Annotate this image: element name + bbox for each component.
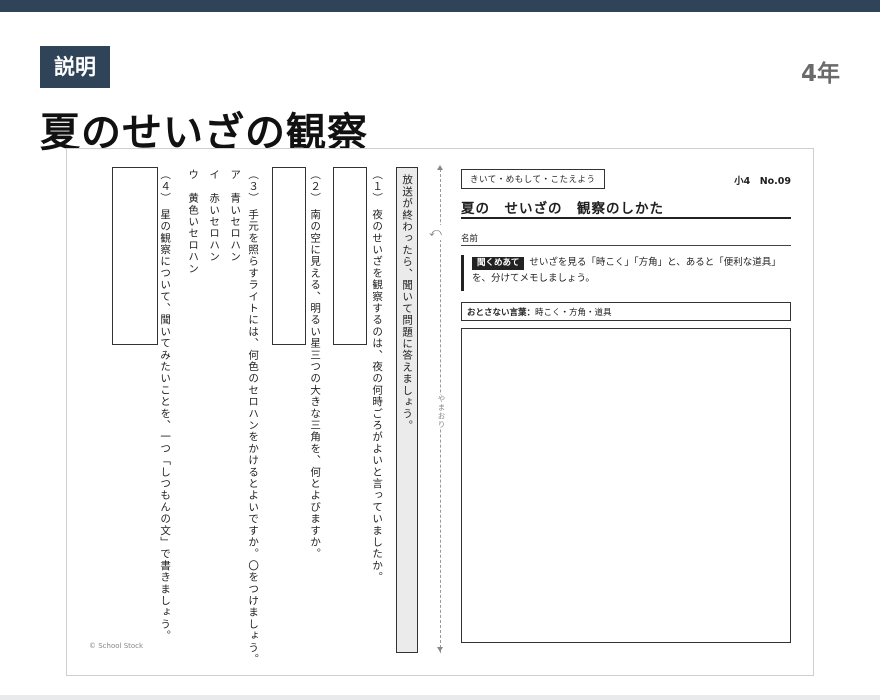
question-4: （４） 星の観察について、聞いてみたいことを、一つ「しつもんの文」で書きましょう… bbox=[159, 169, 172, 642]
key-words-label: おとさない言葉： bbox=[467, 308, 536, 318]
title-rule bbox=[461, 217, 791, 219]
answer-box-4 bbox=[112, 167, 158, 345]
fold-hook-icon: ⤺ bbox=[429, 225, 442, 240]
answer-box-1 bbox=[333, 167, 367, 345]
grade-label: 4年 bbox=[800, 61, 840, 87]
memo-box bbox=[461, 328, 791, 643]
listening-goal: 聞くめあて せいざを見る「時こく」「方角」と、あると「便利な道具」を、分けてメモし… bbox=[461, 255, 791, 291]
instruction-strip: 放送が終わったら、聞いて問題に答えましょう。 bbox=[396, 167, 418, 653]
name-line bbox=[461, 245, 791, 246]
choice-i: イ 赤いセロハン bbox=[208, 169, 221, 263]
fold-arrow-up-icon bbox=[437, 165, 443, 170]
top-accent-bar bbox=[0, 0, 880, 12]
category-badge: 説明 bbox=[40, 46, 110, 88]
key-words-box: おとさない言葉：時こく・方角・道具 bbox=[461, 302, 791, 321]
fold-arrow-down-icon bbox=[437, 647, 443, 652]
choice-a: ア 青いセロハン bbox=[229, 169, 242, 263]
question-1: （１） 夜のせいざを観察するのは、夜の何時ごろがよいと言っていましたか。 bbox=[371, 169, 384, 584]
worksheet-code: 小4 No.09 bbox=[734, 176, 791, 187]
worksheet-right-panel: きいて・めもして・こたえよう 小4 No.09 夏の せいざの 観察のしかた 名… bbox=[461, 167, 791, 667]
worksheet-preview: （１） 夜のせいざを観察するのは、夜の何時ごろがよいと言っていましたか。 （２）… bbox=[66, 148, 814, 676]
activity-tag: きいて・めもして・こたえよう bbox=[461, 169, 605, 189]
name-label: 名前 bbox=[461, 234, 479, 244]
worksheet-title: 夏の せいざの 観察のしかた bbox=[461, 201, 664, 217]
instruction-text: 放送が終わったら、聞いて問題に答えましょう。 bbox=[401, 174, 414, 432]
fold-label: やまおり bbox=[436, 395, 447, 429]
listening-goal-tag: 聞くめあて bbox=[472, 257, 525, 270]
key-words-value: 時こく・方角・道具 bbox=[535, 308, 612, 318]
question-3: （３） 手元を照らすライトには、何色のセロハンをかけるとよいですか。〇をつけまし… bbox=[247, 169, 260, 665]
choice-u: ウ 黄色いセロハン bbox=[187, 169, 200, 275]
copyright: © School Stock bbox=[89, 642, 144, 650]
question-2: （２） 南の空に見える、明るい星三つの大きな三角を、何とよびますか。 bbox=[309, 169, 322, 560]
answer-box-2 bbox=[272, 167, 306, 345]
